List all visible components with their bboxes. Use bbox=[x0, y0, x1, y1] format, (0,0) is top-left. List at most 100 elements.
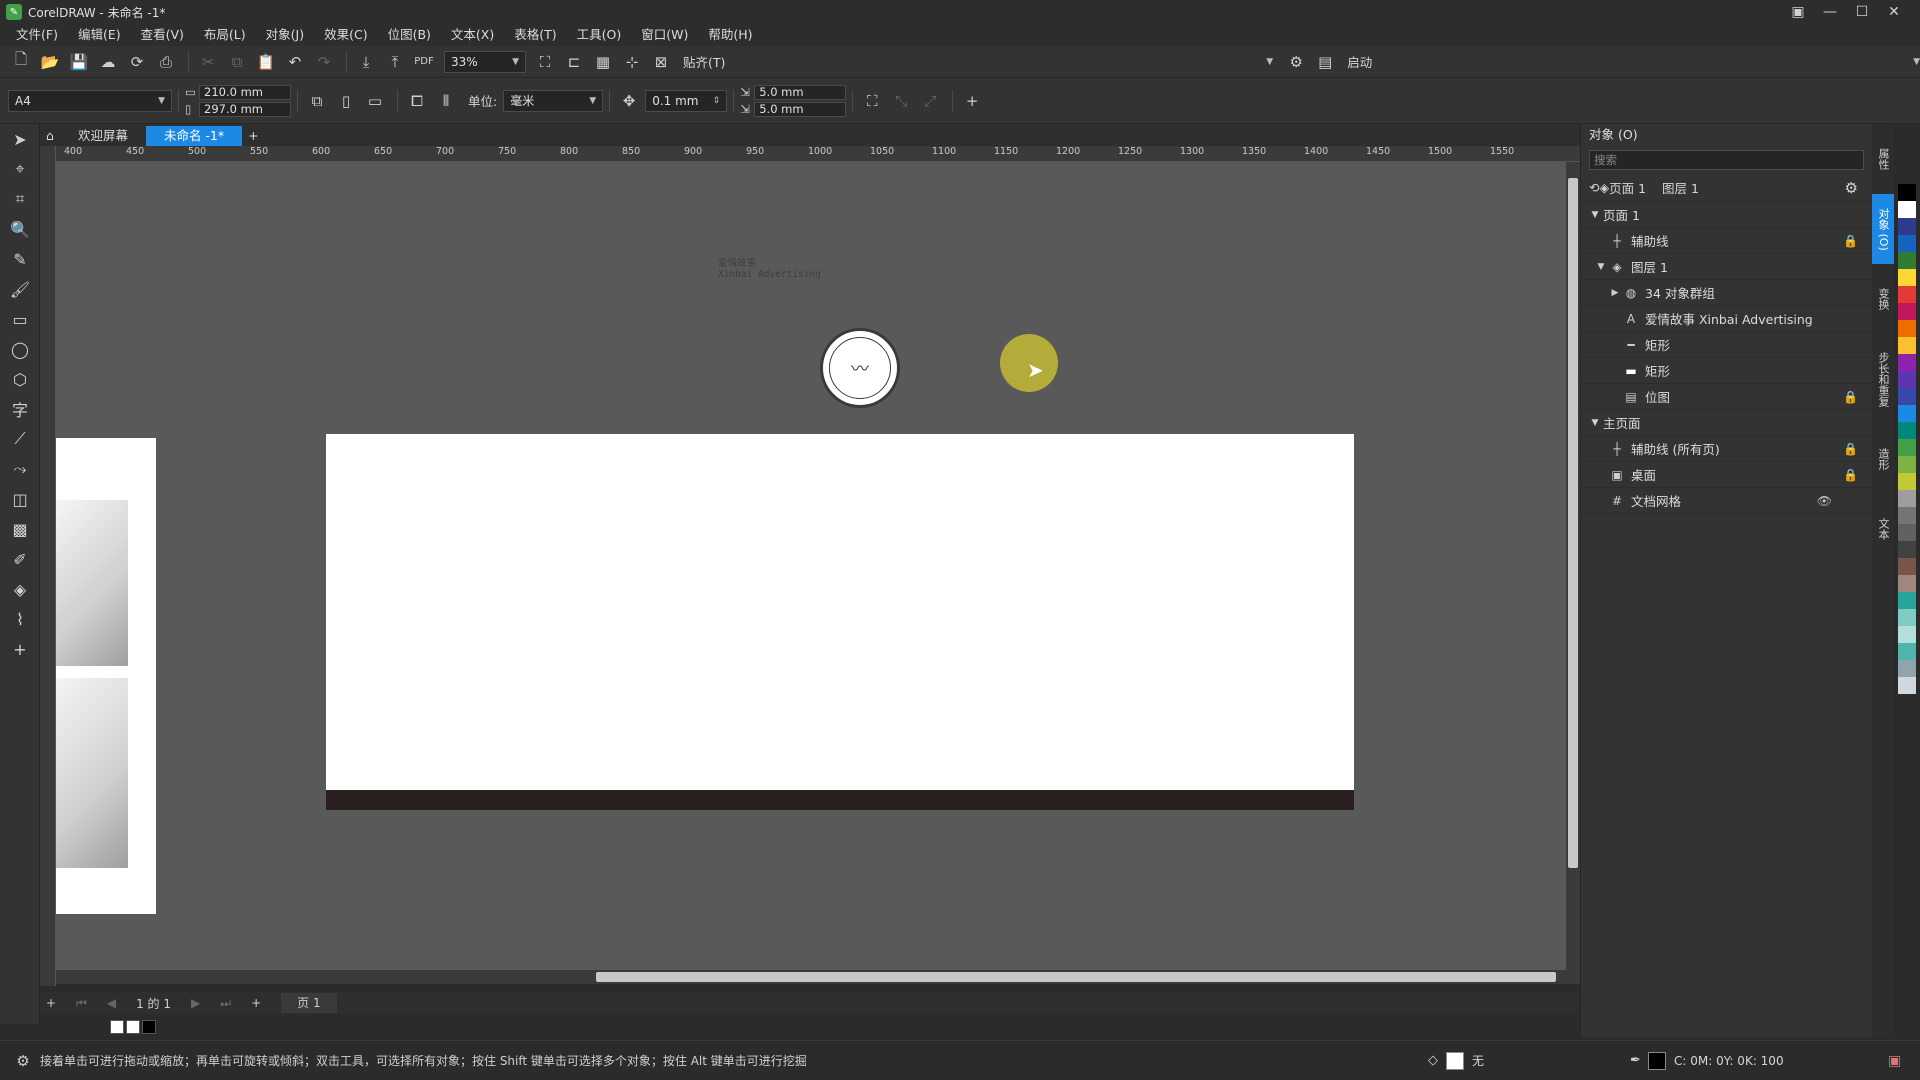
docker-settings-gear-icon[interactable]: ⚙ bbox=[1845, 179, 1858, 197]
palette-swatch[interactable] bbox=[1898, 201, 1916, 218]
tab-objects[interactable]: 对象 (O) bbox=[1872, 194, 1894, 264]
paste-icon[interactable]: 📋 bbox=[253, 50, 279, 74]
palette-swatch[interactable] bbox=[1898, 575, 1916, 592]
tree-item-master-page[interactable]: ▼ 主页面 bbox=[1581, 410, 1872, 436]
full-screen-icon[interactable]: ⛶ bbox=[532, 50, 558, 74]
freehand-tool-icon[interactable]: ✎ bbox=[0, 244, 40, 274]
page-rectangle-white[interactable] bbox=[326, 434, 1354, 790]
tree-item-text[interactable]: A 爱情故事 Xinbai Advertising bbox=[1581, 306, 1872, 332]
palette-swatch[interactable] bbox=[1898, 354, 1916, 371]
add-page-icon[interactable]: + bbox=[46, 996, 56, 1010]
shape-tool-icon[interactable]: ⌖ bbox=[0, 154, 40, 184]
drop-shadow-icon[interactable]: ◫ bbox=[0, 484, 40, 514]
fill-swatch[interactable] bbox=[1446, 1051, 1464, 1070]
cloud-sync-icon[interactable]: ⟳ bbox=[124, 50, 150, 74]
palette-swatch[interactable] bbox=[1898, 456, 1916, 473]
lock-icon[interactable]: 🔒 bbox=[1843, 442, 1858, 456]
vertical-ruler[interactable] bbox=[40, 146, 56, 986]
menu-file[interactable]: 文件(F) bbox=[6, 24, 68, 46]
black-swatch[interactable] bbox=[142, 1020, 156, 1034]
palette-swatch[interactable] bbox=[1898, 507, 1916, 524]
palette-swatch[interactable] bbox=[1898, 524, 1916, 541]
palette-swatch[interactable] bbox=[1898, 388, 1916, 405]
fill-indicator-icon[interactable]: ◇ bbox=[1428, 1053, 1438, 1068]
brand-text[interactable]: 爱情故事 Xinbai Advertising bbox=[718, 258, 821, 280]
menu-help[interactable]: 帮助(H) bbox=[698, 24, 762, 46]
menu-view[interactable]: 查看(V) bbox=[131, 24, 194, 46]
zoom-level-select[interactable]: 33% ▼ bbox=[444, 50, 526, 73]
minimize-button[interactable]: — bbox=[1814, 0, 1846, 24]
print-icon[interactable]: ⎙ bbox=[153, 50, 179, 74]
next-page-icon[interactable]: ▶ bbox=[191, 996, 200, 1010]
page-border-icon[interactable]: ⛶ bbox=[859, 89, 885, 113]
pdf-export-icon[interactable]: PDF bbox=[411, 50, 437, 74]
status-gear-icon[interactable]: ⚙ bbox=[10, 1049, 36, 1073]
tree-item-layer-1[interactable]: ▼ ◈ 图层 1 bbox=[1581, 254, 1872, 280]
menu-bitmaps[interactable]: 位图(B) bbox=[378, 24, 441, 46]
tree-item-bitmap[interactable]: ▤ 位图 🔒 bbox=[1581, 384, 1872, 410]
palette-swatch[interactable] bbox=[1898, 184, 1916, 201]
connector-tool-icon[interactable]: ⤳ bbox=[0, 454, 40, 484]
no-color-swatch[interactable] bbox=[110, 1020, 124, 1034]
palette-swatch[interactable] bbox=[1898, 626, 1916, 643]
palette-swatch[interactable] bbox=[1898, 592, 1916, 609]
scroll-thumb[interactable] bbox=[1568, 178, 1578, 868]
tab-untitled-document[interactable]: 未命名 -1* bbox=[145, 126, 243, 146]
palette-swatch[interactable] bbox=[1898, 218, 1916, 235]
show-rulers-icon[interactable]: ⊏ bbox=[561, 50, 587, 74]
eye-icon[interactable]: 👁 bbox=[1817, 494, 1832, 508]
collapse-arrow-icon[interactable]: ▶ bbox=[1609, 288, 1621, 298]
tab-properties[interactable]: 属性 bbox=[1872, 124, 1894, 194]
page-rectangle-dark-strip[interactable] bbox=[326, 790, 1354, 810]
prev-page-icon[interactable]: ◀ bbox=[107, 996, 116, 1010]
tree-item-guides[interactable]: ┼ 辅助线 🔒 bbox=[1581, 228, 1872, 254]
page-width-input[interactable]: 210.0 mm bbox=[199, 84, 291, 100]
menu-table[interactable]: 表格(T) bbox=[504, 24, 566, 46]
lock-icon[interactable]: 🔒 bbox=[1843, 468, 1858, 482]
bleed-icon[interactable]: ⫴ bbox=[433, 89, 459, 113]
parallel-dimension-icon[interactable]: ⟋ bbox=[0, 424, 40, 454]
drawing-canvas[interactable]: 爱情故事 Xinbai Advertising 〰 ➤ bbox=[56, 162, 1566, 970]
transparency-tool-icon[interactable]: ▩ bbox=[0, 514, 40, 544]
palette-swatch[interactable] bbox=[1898, 541, 1916, 558]
tree-item-desktop[interactable]: ▣ 桌面 🔒 bbox=[1581, 462, 1872, 488]
first-page-icon[interactable]: ⏮ bbox=[76, 996, 87, 1011]
palette-swatch[interactable] bbox=[1898, 405, 1916, 422]
interactive-fill-icon[interactable]: ◈ bbox=[0, 574, 40, 604]
smart-fill-icon[interactable]: ⌇ bbox=[0, 604, 40, 634]
zoom-tool-icon[interactable]: 🔍 bbox=[0, 214, 40, 244]
tab-transform[interactable]: 变换 bbox=[1872, 264, 1894, 334]
palette-swatch[interactable] bbox=[1898, 558, 1916, 575]
menu-text[interactable]: 文本(X) bbox=[441, 24, 504, 46]
menu-edit[interactable]: 编辑(E) bbox=[68, 24, 131, 46]
palette-swatch[interactable] bbox=[1898, 235, 1916, 252]
landscape-icon[interactable]: ▭ bbox=[362, 89, 388, 113]
add-icon[interactable]: + bbox=[959, 89, 985, 113]
expand-arrow-icon[interactable]: ▼ bbox=[1589, 210, 1601, 220]
export-icon[interactable]: ⤒ bbox=[382, 50, 408, 74]
all-pages-icon[interactable]: ⧉ bbox=[304, 89, 330, 113]
text-tool-icon[interactable]: 字 bbox=[0, 394, 40, 424]
palette-swatch[interactable] bbox=[1898, 371, 1916, 388]
last-page-icon[interactable]: ⏭ bbox=[220, 996, 231, 1011]
snap-to-dropdown[interactable]: 贴齐(T) bbox=[683, 52, 725, 71]
tab-welcome-screen[interactable]: 欢迎屏幕 bbox=[60, 126, 146, 146]
duplicate-y-input[interactable]: 5.0 mm bbox=[754, 101, 847, 117]
tree-item-page-1[interactable]: ▼ 页面 1 bbox=[1581, 202, 1872, 228]
tab-step-and-repeat[interactable]: 步长和重复 bbox=[1872, 334, 1894, 424]
expand-arrow-icon[interactable]: ▼ bbox=[1589, 418, 1601, 428]
docker-search-input[interactable]: 搜索 bbox=[1589, 150, 1864, 170]
menu-window[interactable]: 窗口(W) bbox=[631, 24, 698, 46]
restore-docker-icon[interactable]: ▣ bbox=[1782, 0, 1814, 24]
scroll-thumb[interactable] bbox=[596, 972, 1556, 982]
tree-item-rectangle[interactable]: ━ 矩形 bbox=[1581, 332, 1872, 358]
app-launcher-icon[interactable]: ▤ bbox=[1312, 50, 1338, 74]
lock-icon[interactable]: 🔒 bbox=[1843, 390, 1858, 404]
outline-swatch[interactable] bbox=[1648, 1051, 1666, 1070]
lock-icon[interactable]: 🔒 bbox=[1843, 234, 1858, 248]
palette-swatch[interactable] bbox=[1898, 422, 1916, 439]
expand-arrow-icon[interactable]: ▼ bbox=[1595, 262, 1607, 272]
outline-pen-icon[interactable]: ✒ bbox=[1630, 1053, 1641, 1068]
copy-icon[interactable]: ⧉ bbox=[224, 50, 250, 74]
palette-swatch[interactable] bbox=[1898, 252, 1916, 269]
